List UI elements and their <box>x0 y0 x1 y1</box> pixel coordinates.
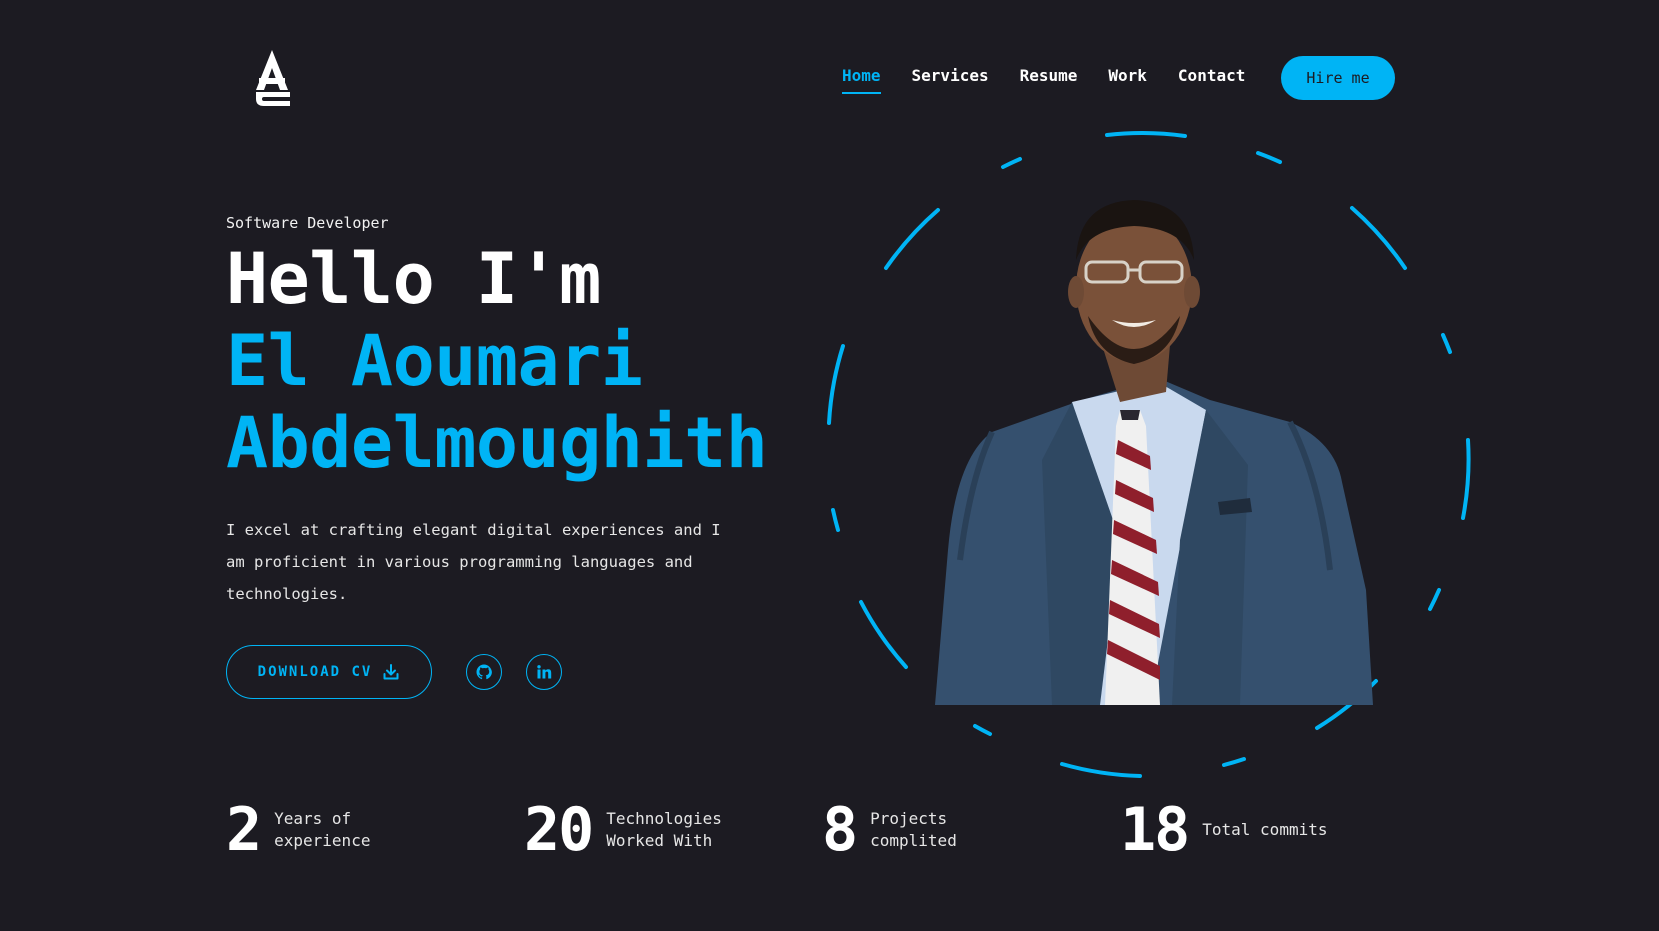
download-cv-button[interactable]: DOWNLOAD CV <box>226 645 432 699</box>
linkedin-link[interactable] <box>526 654 562 690</box>
github-link[interactable] <box>466 654 502 690</box>
stat-value: 20 <box>524 795 594 865</box>
stat-label: Projects complited <box>870 809 957 850</box>
first-name-text: El Aoumari <box>226 320 643 402</box>
stat-value: 2 <box>226 795 262 865</box>
greeting-text: Hello I'm <box>226 238 601 320</box>
linkedin-icon <box>537 665 552 679</box>
person-photo <box>935 200 1373 705</box>
download-cv-label: DOWNLOAD CV <box>257 664 373 680</box>
stat-value: 8 <box>822 795 858 865</box>
nav-item-contact[interactable]: Contact <box>1178 66 1245 86</box>
stat-technologies: 20 Technologies Worked With <box>524 800 746 860</box>
stat-label: Years of experience <box>274 809 371 850</box>
stat-label: Total commits <box>1202 820 1328 839</box>
page: Home Services Resume Work Contact Hire m… <box>0 0 1659 931</box>
stat-label: Technologies Worked With <box>606 809 722 850</box>
nav-item-services[interactable]: Services <box>912 66 989 86</box>
stat-projects: 8 Projects complited <box>822 800 1010 860</box>
ae-monogram-logo-icon[interactable] <box>250 48 294 106</box>
stat-value: 18 <box>1120 795 1190 865</box>
stat-commits: 18 Total commits <box>1120 800 1342 860</box>
nav-item-home[interactable]: Home <box>842 66 881 94</box>
last-name-text: Abdelmoughith <box>226 402 768 484</box>
hero-description: I excel at crafting elegant digital expe… <box>226 521 721 603</box>
main-nav: Home Services Resume Work Contact <box>842 66 1245 94</box>
nav-item-resume[interactable]: Resume <box>1020 66 1078 86</box>
download-icon <box>383 664 399 680</box>
nav-item-work[interactable]: Work <box>1108 66 1147 86</box>
profile-portrait <box>827 131 1471 778</box>
github-icon <box>476 664 492 680</box>
hero-title: Hello I'm El Aoumari Abdelmoughith <box>226 238 768 484</box>
hire-me-button[interactable]: Hire me <box>1281 56 1395 100</box>
role-label: Software Developer <box>226 214 389 232</box>
stat-years: 2 Years of experience <box>226 800 414 860</box>
